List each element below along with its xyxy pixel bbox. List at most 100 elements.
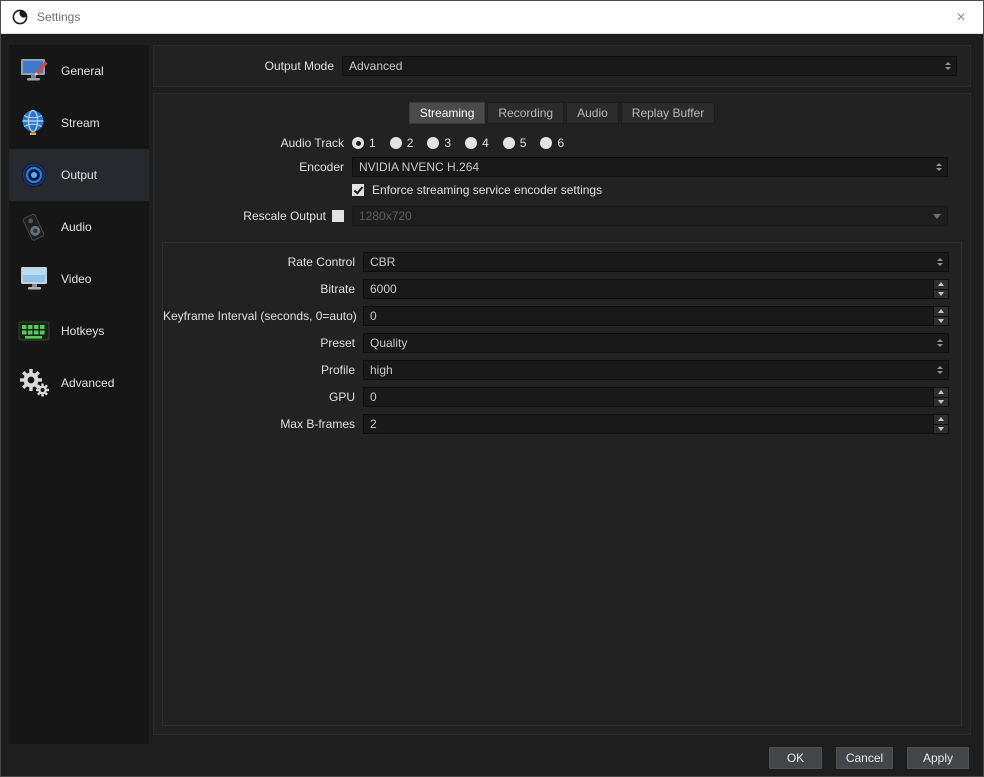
max-bframes-row: Max B-frames 2 xyxy=(163,414,949,434)
profile-label: Profile xyxy=(320,363,355,377)
enforce-row: Enforce streaming service encoder settin… xyxy=(154,183,970,197)
spin-buttons xyxy=(933,415,948,433)
max-bframes-value: 2 xyxy=(370,417,377,431)
rescale-row: Rescale Output 1280x720 xyxy=(154,206,970,226)
rate-control-select[interactable]: CBR xyxy=(363,252,949,272)
profile-row: Profile high xyxy=(163,360,949,380)
enforce-encoder-label: Enforce streaming service encoder settin… xyxy=(372,183,603,197)
encoder-label: Encoder xyxy=(299,160,344,174)
spin-up-button[interactable] xyxy=(934,307,948,316)
tab-streaming[interactable]: Streaming xyxy=(408,102,486,124)
audio-track-option-label: 1 xyxy=(369,136,376,150)
spin-down-button[interactable] xyxy=(934,288,948,298)
apply-button[interactable]: Apply xyxy=(907,747,969,769)
sidebar-item-video[interactable]: Video xyxy=(9,253,149,305)
down-arrow-icon xyxy=(938,291,944,296)
sidebar-item-output[interactable]: Output xyxy=(9,149,149,201)
audio-track-option-label: 5 xyxy=(519,136,527,150)
audio-track-radio-group: 1 2 3 4 5 6 xyxy=(352,136,578,150)
gpu-value: 0 xyxy=(370,390,377,404)
rescale-resolution-value: 1280x720 xyxy=(359,209,412,223)
audio-track-option-label: 3 xyxy=(444,136,452,150)
output-tabbar: Streaming Recording Audio Replay Buffer xyxy=(154,102,970,124)
spin-up-button[interactable] xyxy=(934,415,948,424)
max-bframes-label: Max B-frames xyxy=(280,417,355,431)
down-arrow-icon xyxy=(938,318,944,323)
gpu-row: GPU 0 xyxy=(163,387,949,407)
audio-track-radio-3[interactable] xyxy=(427,137,440,149)
up-arrow-icon xyxy=(938,390,944,395)
preset-row: Preset Quality xyxy=(163,333,949,353)
audio-track-option-label: 6 xyxy=(557,136,565,150)
rescale-output-checkbox[interactable] xyxy=(332,210,344,222)
max-bframes-spinbox[interactable]: 2 xyxy=(363,414,949,434)
spin-up-button[interactable] xyxy=(934,280,948,289)
tab-label: Recording xyxy=(498,106,554,120)
spin-up-button[interactable] xyxy=(934,388,948,397)
audio-track-radio-6[interactable] xyxy=(540,137,553,149)
profile-select[interactable]: high xyxy=(363,360,949,380)
tab-replay-buffer[interactable]: Replay Buffer xyxy=(620,102,716,124)
tab-recording[interactable]: Recording xyxy=(487,102,565,124)
monitor-pencil-icon xyxy=(17,56,51,86)
sidebar-item-advanced[interactable]: Advanced xyxy=(9,357,149,409)
chevron-down-icon xyxy=(933,214,941,219)
output-mode-label: Output Mode xyxy=(264,59,334,73)
output-mode-value: Advanced xyxy=(349,59,403,73)
sidebar-item-label: Stream xyxy=(61,116,100,130)
spin-buttons xyxy=(933,280,948,298)
up-arrow-icon xyxy=(938,417,944,422)
encoder-value: NVIDIA NVENC H.264 xyxy=(359,160,480,174)
output-mode-select[interactable]: Advanced xyxy=(342,56,957,76)
spin-buttons xyxy=(933,388,948,406)
encoder-row: Encoder NVIDIA NVENC H.264 xyxy=(154,157,970,177)
spin-down-button[interactable] xyxy=(934,396,948,406)
sidebar-item-stream[interactable]: Stream xyxy=(9,97,149,149)
sidebar-item-label: Advanced xyxy=(61,376,115,390)
encoder-select[interactable]: NVIDIA NVENC H.264 xyxy=(352,157,948,177)
keyframe-interval-spinbox[interactable]: 0 xyxy=(363,306,949,326)
preset-label: Preset xyxy=(320,336,355,350)
titlebar: Settings × xyxy=(1,1,983,34)
content-area: Output Mode Advanced Streaming Recording… xyxy=(153,45,971,735)
keyboard-icon xyxy=(17,316,51,346)
gpu-spinbox[interactable]: 0 xyxy=(363,387,949,407)
close-icon[interactable]: × xyxy=(949,1,973,34)
display-icon xyxy=(17,264,51,294)
rescale-resolution-select[interactable]: 1280x720 xyxy=(352,206,948,226)
gears-icon xyxy=(17,368,51,398)
audio-track-option-label: 4 xyxy=(482,136,489,150)
enforce-encoder-checkbox[interactable] xyxy=(352,184,364,196)
spin-down-button[interactable] xyxy=(934,315,948,325)
sidebar-item-hotkeys[interactable]: Hotkeys xyxy=(9,305,149,357)
spin-down-button[interactable] xyxy=(934,423,948,433)
rate-control-row: Rate Control CBR xyxy=(163,252,949,272)
combo-arrows-icon xyxy=(936,158,942,176)
down-arrow-icon xyxy=(938,426,944,431)
sidebar-item-label: Output xyxy=(61,168,98,182)
tab-audio[interactable]: Audio xyxy=(566,102,619,124)
footer-buttons: OK Cancel Apply xyxy=(769,747,969,769)
bitrate-spinbox[interactable]: 6000 xyxy=(363,279,949,299)
audio-track-radio-1[interactable] xyxy=(352,137,364,149)
window-title: Settings xyxy=(37,10,81,24)
bitrate-value: 6000 xyxy=(370,282,397,296)
sidebar-item-general[interactable]: General xyxy=(9,45,149,97)
audio-track-radio-2[interactable] xyxy=(389,137,402,149)
cancel-button[interactable]: Cancel xyxy=(836,747,893,769)
rescale-output-label: Rescale Output xyxy=(243,209,326,223)
audio-track-radio-4[interactable] xyxy=(465,137,478,149)
preset-select[interactable]: Quality xyxy=(363,333,949,353)
ok-button[interactable]: OK xyxy=(769,747,822,769)
combo-arrows-icon xyxy=(937,253,943,271)
obs-logo-icon xyxy=(11,8,29,26)
combo-arrows-icon xyxy=(937,334,943,352)
keyframe-interval-value: 0 xyxy=(370,309,377,323)
settings-window: Settings × General Stream Output Audio V… xyxy=(0,0,984,777)
combo-arrows-icon xyxy=(937,361,943,379)
sidebar-item-audio[interactable]: Audio xyxy=(9,201,149,253)
globe-icon xyxy=(17,108,51,138)
audio-track-radio-5[interactable] xyxy=(502,137,515,149)
sidebar-item-label: General xyxy=(61,64,104,78)
speaker-icon xyxy=(17,212,51,242)
